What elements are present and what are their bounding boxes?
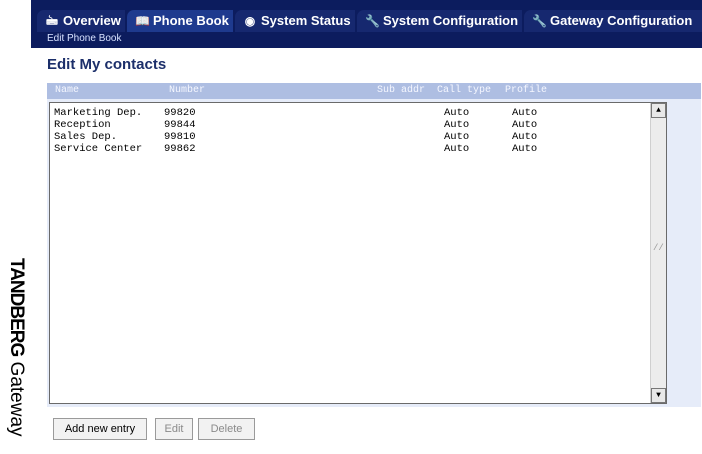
chevron-up-icon: ▲ xyxy=(656,106,661,115)
edit-button[interactable]: Edit xyxy=(155,418,193,440)
tab-system-configuration[interactable]: 🔧 System Configuration xyxy=(357,10,522,32)
brand-logo: TANDBERG Gateway xyxy=(6,258,27,437)
scroll-up-button[interactable]: ▲ xyxy=(651,103,666,118)
add-entry-button[interactable]: Add new entry xyxy=(53,418,147,440)
main-content: Edit My contacts Name Number Sub addr Ca… xyxy=(31,48,702,454)
wrench-icon: 🔧 xyxy=(532,14,547,28)
col-name: Name xyxy=(55,85,80,96)
page-title: Edit My contacts xyxy=(47,56,167,73)
scroll-down-button[interactable]: ▼ xyxy=(651,388,666,403)
col-profile: Profile xyxy=(505,85,548,96)
col-sub-addr: Sub addr xyxy=(377,85,426,96)
chevron-down-icon: ▼ xyxy=(656,391,661,400)
tab-system-status[interactable]: ◉ System Status xyxy=(235,10,355,32)
brand-sidebar: TANDBERG Gateway xyxy=(0,0,31,454)
tab-phone-book[interactable]: 📖 Phone Book xyxy=(127,10,233,32)
list-item[interactable]: Sales Dep. 99810 Auto Auto xyxy=(50,131,650,143)
column-header: Name Number Sub addr Call type Profile xyxy=(47,83,701,99)
list-item[interactable]: Marketing Dep. 99820 Auto Auto xyxy=(50,107,650,119)
top-navigation: 🖮 Overview 📖 Phone Book ◉ System Status 🔧 Sy… xyxy=(31,0,702,48)
vertical-scrollbar[interactable]: ▲ // ▼ xyxy=(650,103,666,403)
list-item[interactable]: Service Center 99862 Auto Auto xyxy=(50,143,650,155)
subtab-edit-phone-book[interactable]: Edit Phone Book xyxy=(47,33,122,44)
tab-overview[interactable]: 🖮 Overview xyxy=(37,10,125,32)
wrench-icon: 🔧 xyxy=(365,14,380,28)
tab-gateway-configuration[interactable]: 🔧 Gateway Configuration xyxy=(524,10,702,32)
resize-grip-icon[interactable]: // xyxy=(653,243,664,253)
col-number: Number xyxy=(169,85,206,96)
contacts-panel: Name Number Sub addr Call type Profile M… xyxy=(47,83,701,407)
col-call-type: Call type xyxy=(437,85,492,96)
delete-button[interactable]: Delete xyxy=(198,418,255,440)
book-icon: 📖 xyxy=(135,14,150,28)
overview-icon: 🖮 xyxy=(45,14,58,28)
status-icon: ◉ xyxy=(244,14,256,28)
contacts-list[interactable]: Marketing Dep. 99820 Auto Auto Reception… xyxy=(49,102,667,404)
list-item[interactable]: Reception 99844 Auto Auto xyxy=(50,119,650,131)
